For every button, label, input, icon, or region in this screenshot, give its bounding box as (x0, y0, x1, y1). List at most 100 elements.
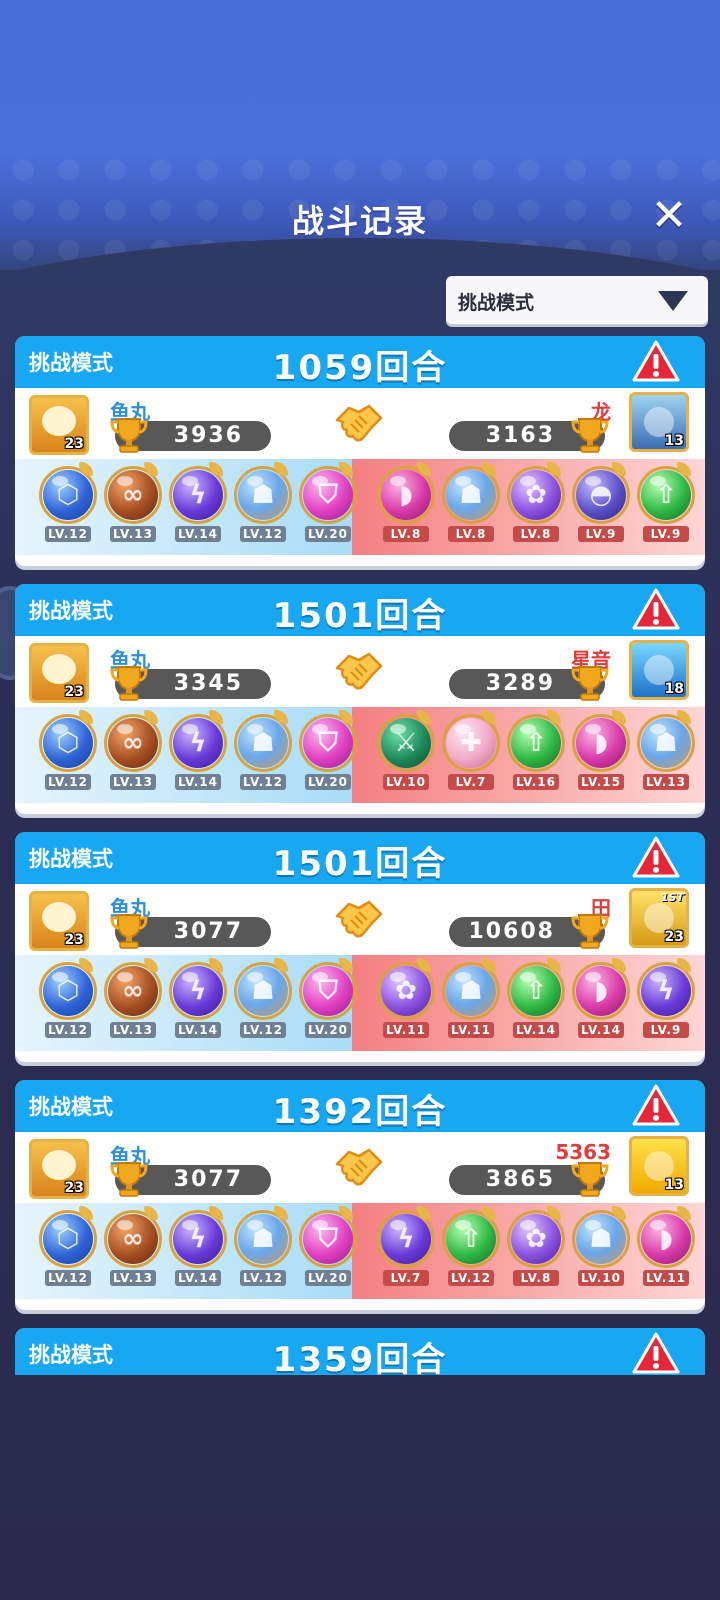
pet-orb-blue-figures[interactable]: ☗ (442, 958, 500, 1020)
pet-orb-pink-drop[interactable]: ◗ (377, 462, 435, 524)
pet-level-tag: LV.9 (643, 1022, 689, 1038)
pet-orb-green-dark[interactable]: ⚔ (377, 710, 435, 772)
opponent-avatar[interactable]: 13 (629, 1136, 689, 1196)
record-header: 挑战模式 1501回合 (15, 832, 705, 884)
report-warning-icon[interactable] (632, 1084, 680, 1126)
pet-orb-green-arrow[interactable]: ⇧ (507, 958, 565, 1020)
chevron-down-icon (658, 291, 688, 311)
pet-orb-pink-shield[interactable]: ⛉ (299, 462, 357, 524)
pet-orb-purple-lightning[interactable]: ϟ (377, 1206, 435, 1268)
opponent-avatar-level: 18 (664, 681, 684, 697)
pet-orb-purple-lightning[interactable]: ϟ (169, 462, 227, 524)
report-warning-icon[interactable] (632, 1332, 680, 1374)
pet-level-tag: LV.12 (45, 1022, 91, 1038)
player-avatar-level: 23 (64, 932, 84, 948)
opponent-avatar[interactable]: 18 (629, 640, 689, 700)
opponent-avatar-level: 23 (664, 929, 684, 945)
pet-orb-purple-swirl[interactable]: ✿ (507, 462, 565, 524)
pet-orb-purple-ghost[interactable]: ◓ (572, 462, 630, 524)
pet-orb-blue-figures[interactable]: ☗ (442, 462, 500, 524)
pet-orb-pink-drop[interactable]: ◗ (637, 1206, 695, 1268)
pet-orb-purple-swirl[interactable]: ✿ (377, 958, 435, 1020)
player-avatar[interactable]: 23 (29, 395, 89, 455)
pet-level-tag: LV.14 (578, 1022, 624, 1038)
record-header: 挑战模式 1392回合 (15, 1080, 705, 1132)
pet-level-tag: LV.13 (643, 774, 689, 790)
pet-orb-pink-shield[interactable]: ⛉ (299, 710, 357, 772)
record-rounds: 1059回合 (272, 348, 448, 388)
pet-orb-blue-hex[interactable]: ⬡ (39, 1206, 97, 1268)
player-avatar[interactable]: 23 (29, 1139, 89, 1199)
battle-record-card-partial[interactable]: 挑战模式 1359回合 (15, 1328, 705, 1375)
pet-level-tag: LV.12 (240, 1270, 286, 1286)
pet-orb-pink-drop[interactable]: ◗ (572, 958, 630, 1020)
pet-orb-pink-drop[interactable]: ◗ (572, 710, 630, 772)
rank-badge: 1ST (660, 891, 684, 904)
pet-level-tag: LV.8 (448, 526, 494, 542)
mode-filter-dropdown[interactable]: 挑战模式 (446, 276, 708, 324)
pet-orb-blue-hex[interactable]: ⬡ (39, 958, 97, 1020)
pet-orb-purple-lightning[interactable]: ϟ (169, 1206, 227, 1268)
pet-level-tag: LV.12 (240, 526, 286, 542)
pet-level-tag: LV.14 (175, 1270, 221, 1286)
pet-orb-pink-light[interactable]: ✚ (442, 710, 500, 772)
player-avatar-level: 23 (64, 436, 84, 452)
pet-orb-pink-shield[interactable]: ⛉ (299, 1206, 357, 1268)
mode-filter-label: 挑战模式 (458, 292, 535, 314)
record-rounds: 1501回合 (272, 596, 448, 636)
pet-level-tag: LV.8 (383, 526, 429, 542)
pet-level-tag: LV.12 (45, 774, 91, 790)
pet-orb-blue-figures[interactable]: ☗ (637, 710, 695, 772)
report-warning-icon[interactable] (632, 588, 680, 630)
handshake-icon (333, 1142, 385, 1192)
pet-orb-pink-shield[interactable]: ⛉ (299, 958, 357, 1020)
tiger-face-icon (42, 1150, 76, 1180)
battle-record-card[interactable]: 挑战模式 1059回合 23 鱼丸 3936 龙 3163 13 ⬡ LV.12 ∞ LV.13 ϟ LV… (15, 336, 705, 566)
pet-orb-green-arrow[interactable]: ⇧ (637, 462, 695, 524)
pet-orb-purple-lightning[interactable]: ϟ (169, 710, 227, 772)
pet-level-tag: LV.20 (305, 1022, 351, 1038)
trophy-icon (108, 911, 150, 951)
pet-orb-brown-infinity[interactable]: ∞ (104, 1206, 162, 1268)
record-rounds: 1359回合 (272, 1340, 448, 1375)
player-avatar[interactable]: 23 (29, 643, 89, 703)
battle-record-card[interactable]: 挑战模式 1501回合 23 鱼丸 3077 田 10608 1ST 23 ⬡ LV.12 ∞ LV.1… (15, 832, 705, 1062)
report-warning-icon[interactable] (632, 836, 680, 878)
pet-orb-blue-hex[interactable]: ⬡ (39, 710, 97, 772)
pet-orb-blue-figures[interactable]: ☗ (572, 1206, 630, 1268)
close-button[interactable]: ✕ (648, 194, 690, 238)
report-warning-icon[interactable] (632, 340, 680, 382)
player-avatar[interactable]: 23 (29, 891, 89, 951)
pet-level-tag: LV.12 (448, 1270, 494, 1286)
pet-level-tag: LV.16 (513, 774, 559, 790)
pet-level-tag: LV.14 (175, 526, 221, 542)
pet-orb-purple-lightning[interactable]: ϟ (637, 958, 695, 1020)
trophy-icon (108, 1159, 150, 1199)
pet-level-tag: LV.14 (513, 1022, 559, 1038)
player-avatar-level: 23 (64, 684, 84, 700)
pet-orb-purple-swirl[interactable]: ✿ (507, 1206, 565, 1268)
pet-orb-brown-infinity[interactable]: ∞ (104, 462, 162, 524)
battle-record-card[interactable]: 挑战模式 1392回合 23 鱼丸 3077 5363 3865 13 ⬡ LV.12 ∞ LV.13… (15, 1080, 705, 1310)
pet-level-tag: LV.12 (240, 1022, 286, 1038)
pet-orb-blue-figures[interactable]: ☗ (234, 462, 292, 524)
pet-orb-blue-figures[interactable]: ☗ (234, 710, 292, 772)
pet-orb-green-arrow[interactable]: ⇧ (442, 1206, 500, 1268)
opponent-avatar[interactable]: 1ST 23 (629, 888, 689, 948)
pet-orb-blue-figures[interactable]: ☗ (234, 958, 292, 1020)
handshake-icon (333, 894, 385, 944)
pet-level-tag: LV.8 (513, 526, 559, 542)
pet-orb-green-arrow[interactable]: ⇧ (507, 710, 565, 772)
pet-orb-blue-figures[interactable]: ☗ (234, 1206, 292, 1268)
handshake-icon (333, 398, 385, 448)
pet-orb-brown-infinity[interactable]: ∞ (104, 710, 162, 772)
battle-record-card[interactable]: 挑战模式 1501回合 23 鱼丸 3345 星音 3289 18 ⬡ LV.12 ∞ LV.13 ϟ L… (15, 584, 705, 814)
record-header: 挑战模式 1501回合 (15, 584, 705, 636)
pet-level-tag: LV.9 (643, 526, 689, 542)
trophy-icon (569, 1159, 611, 1199)
tiger-face-icon (42, 654, 76, 684)
pet-orb-purple-lightning[interactable]: ϟ (169, 958, 227, 1020)
opponent-avatar[interactable]: 13 (629, 392, 689, 452)
pet-orb-brown-infinity[interactable]: ∞ (104, 958, 162, 1020)
pet-orb-blue-hex[interactable]: ⬡ (39, 462, 97, 524)
